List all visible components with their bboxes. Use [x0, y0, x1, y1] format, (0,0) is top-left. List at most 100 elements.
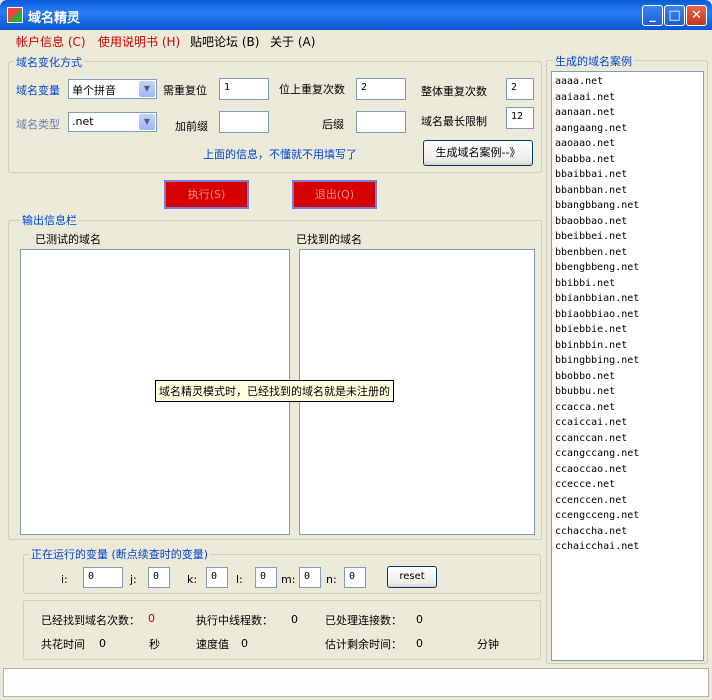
menu-about[interactable]: 关于 (A) — [270, 33, 315, 50]
domain-var-value: 单个拼音 — [72, 84, 116, 97]
example-domain-item[interactable]: aaaa.net — [555, 74, 700, 90]
prefix-input[interactable] — [219, 111, 269, 133]
stop-button[interactable]: 退出(Q) — [292, 180, 377, 209]
reset-button[interactable]: reset — [387, 566, 437, 588]
example-domain-item[interactable]: cchaccha.net — [555, 524, 700, 540]
status-bar — [3, 668, 709, 697]
processed-label: 已处理连接数： — [325, 614, 402, 627]
example-domain-item[interactable]: bbeibbei.net — [555, 229, 700, 245]
minimize-button[interactable]: _ — [642, 5, 663, 26]
domain-type-label: 域名类型 — [16, 118, 60, 131]
menu-forum[interactable]: 贴吧论坛 (B) — [190, 33, 259, 50]
example-domain-item[interactable]: bbanbban.net — [555, 183, 700, 199]
speed-label: 速度值 — [196, 638, 229, 651]
example-domain-item[interactable]: aanaan.net — [555, 105, 700, 121]
domain-type-select[interactable]: .net ▼ — [68, 112, 157, 132]
example-domain-item[interactable]: cchaicchai.net — [555, 539, 700, 555]
var-input[interactable]: 0 — [148, 567, 170, 588]
example-domain-item[interactable]: bbibbi.net — [555, 276, 700, 292]
example-domain-item[interactable]: ccenccen.net — [555, 493, 700, 509]
title-bar — [0, 0, 712, 30]
variation-group-title: 域名变化方式 — [14, 54, 84, 70]
chevron-down-icon[interactable]: ▼ — [139, 114, 155, 130]
example-domain-item[interactable]: ccacca.net — [555, 400, 700, 416]
processed-value: 0 — [416, 613, 423, 626]
menu-manual[interactable]: 使用说明书 (H) — [98, 33, 180, 50]
example-domain-item[interactable]: ccaiccai.net — [555, 415, 700, 431]
threads-label: 执行中线程数： — [196, 614, 273, 627]
example-domain-item[interactable]: aaiaai.net — [555, 90, 700, 106]
chevron-down-icon[interactable]: ▼ — [139, 81, 155, 97]
var-label: n: — [326, 573, 337, 586]
examples-list: aaaa.net aaiaai.net aanaan.net aangaang.net… — [552, 72, 703, 557]
example-domain-item[interactable]: bbabba.net — [555, 152, 700, 168]
suffix-input[interactable] — [356, 111, 406, 133]
domain-var-label: 域名变量 — [16, 84, 60, 97]
example-domain-item[interactable]: ccengcceng.net — [555, 508, 700, 524]
var-input[interactable]: 0 — [83, 567, 123, 588]
total-repeat-label: 整体重复次数 — [421, 85, 487, 98]
example-domain-item[interactable]: bbingbbing.net — [555, 353, 700, 369]
elapsed-time-value: 0 — [99, 637, 106, 650]
var-label: i: — [61, 573, 68, 586]
example-domain-item[interactable]: bbaibbai.net — [555, 167, 700, 183]
var-input[interactable]: 0 — [299, 567, 321, 588]
generate-examples-button[interactable]: 生成域名案例--》 — [423, 140, 533, 166]
run-button[interactable]: 执行(S) — [164, 180, 249, 209]
var-label: k: — [187, 573, 198, 586]
var-label: l: — [236, 573, 243, 586]
menu-account[interactable]: 帐户信息 (C) — [16, 33, 86, 50]
example-domain-item[interactable]: bbiebbie.net — [555, 322, 700, 338]
example-domain-item[interactable]: bbaobbao.net — [555, 214, 700, 230]
prefix-label: 加前缀 — [175, 120, 208, 133]
remaining-value: 0 — [416, 637, 423, 650]
elapsed-time-label: 共花时间 — [41, 638, 85, 651]
domain-var-select[interactable]: 单个拼音 ▼ — [68, 79, 157, 99]
example-domain-item[interactable]: ccanccan.net — [555, 431, 700, 447]
example-domain-item[interactable]: bbangbbang.net — [555, 198, 700, 214]
example-domain-item[interactable]: bbengbbeng.net — [555, 260, 700, 276]
max-len-input[interactable]: 12 — [506, 107, 534, 129]
speed-value: 0 — [241, 637, 248, 650]
total-repeat-input[interactable]: 2 — [506, 78, 534, 100]
window-title: 域名精灵 — [28, 11, 81, 26]
need-repeat-input[interactable]: 1 — [219, 78, 269, 100]
example-domain-item[interactable]: aangaang.net — [555, 121, 700, 137]
maximize-button[interactable]: □ — [664, 5, 685, 26]
example-domain-item[interactable]: aaoaao.net — [555, 136, 700, 152]
tooltip: 域名精灵模式时，已经找到的域名就是未注册的 — [155, 380, 394, 402]
example-domain-item[interactable]: bbenbben.net — [555, 245, 700, 261]
example-domain-item[interactable]: ccangccang.net — [555, 446, 700, 462]
var-input[interactable]: 0 — [206, 567, 228, 588]
remaining-label: 估计剩余时间： — [325, 638, 402, 651]
need-repeat-label: 需重复位 — [163, 84, 207, 97]
example-domain-item[interactable]: bbubbu.net — [555, 384, 700, 400]
example-domain-item[interactable]: bbobbo.net — [555, 369, 700, 385]
running-vars-title: 正在运行的变量 (断点续查时的变量) — [29, 546, 211, 562]
suffix-label: 后缀 — [322, 118, 344, 131]
elapsed-time-unit: 秒 — [149, 638, 160, 651]
max-len-label: 域名最长限制 — [421, 115, 487, 128]
pos-repeat-label: 位上重复次数 — [279, 83, 345, 96]
example-domain-item[interactable]: ccecce.net — [555, 477, 700, 493]
hint-text: 上面的信息，不懂就不用填写了 — [203, 148, 357, 161]
pos-repeat-input[interactable]: 2 — [356, 78, 406, 100]
examples-group-title: 生成的域名案例 — [553, 53, 634, 69]
found-count-label: 已经找到域名次数： — [41, 614, 140, 627]
domain-type-value: .net — [72, 115, 94, 128]
close-button[interactable]: ✕ — [686, 5, 707, 26]
var-input[interactable]: 0 — [344, 567, 366, 588]
remaining-unit: 分钟 — [477, 638, 499, 651]
examples-list-box[interactable]: aaaa.net aaiaai.net aanaan.net aangaang.net… — [551, 71, 704, 661]
found-count-value: 0 — [148, 612, 155, 625]
output-group-title: 输出信息栏 — [20, 212, 79, 228]
example-domain-item[interactable]: bbinbbin.net — [555, 338, 700, 354]
example-domain-item[interactable]: bbianbbian.net — [555, 291, 700, 307]
var-input[interactable]: 0 — [255, 567, 277, 588]
example-domain-item[interactable]: ccaoccao.net — [555, 462, 700, 478]
example-domain-item[interactable]: bbiaobbiao.net — [555, 307, 700, 323]
tested-domains-header: 已测试的域名 — [35, 233, 101, 246]
stats-group — [23, 600, 541, 660]
var-label: m: — [281, 573, 296, 586]
var-label: j: — [130, 573, 137, 586]
